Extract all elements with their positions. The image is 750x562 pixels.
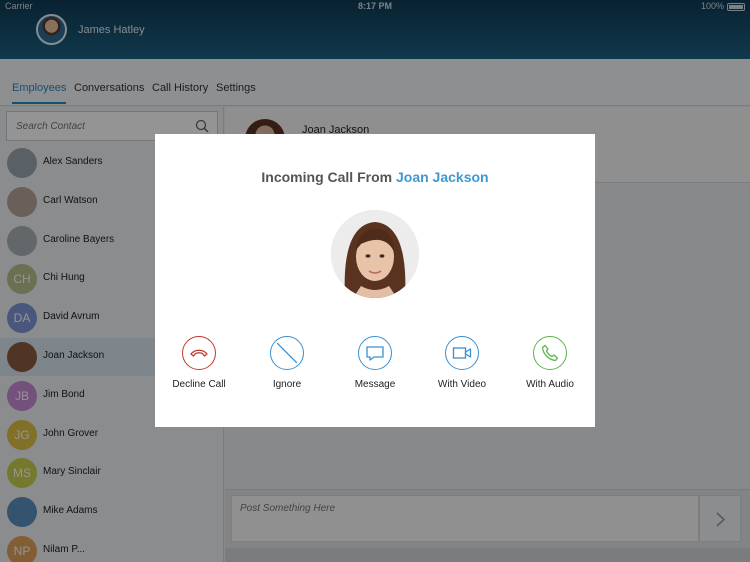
phone-icon [533, 336, 567, 370]
decline-call-icon [182, 336, 216, 370]
caller-photo [331, 210, 419, 298]
decline-call-button[interactable]: Decline Call [159, 336, 239, 396]
video-call-button[interactable]: With Video [422, 336, 502, 396]
audio-call-label: With Audio [526, 379, 574, 390]
message-icon [358, 336, 392, 370]
message-button[interactable]: Message [335, 336, 415, 396]
decline-call-label: Decline Call [172, 379, 226, 390]
dialog-title: Incoming Call From Joan Jackson [155, 169, 595, 185]
ignore-label: Ignore [272, 379, 302, 390]
audio-call-button[interactable]: With Audio [510, 336, 590, 396]
title-prefix: Incoming Call From [261, 169, 393, 185]
incoming-call-dialog: Incoming Call From Joan Jackson Decline … [155, 134, 595, 427]
caller-name: Joan Jackson [395, 169, 489, 185]
message-label: Message [354, 379, 396, 390]
video-call-label: With Video [437, 379, 487, 390]
ignore-button[interactable]: Ignore [247, 336, 327, 396]
ignore-icon [270, 336, 304, 370]
video-icon [445, 336, 479, 370]
